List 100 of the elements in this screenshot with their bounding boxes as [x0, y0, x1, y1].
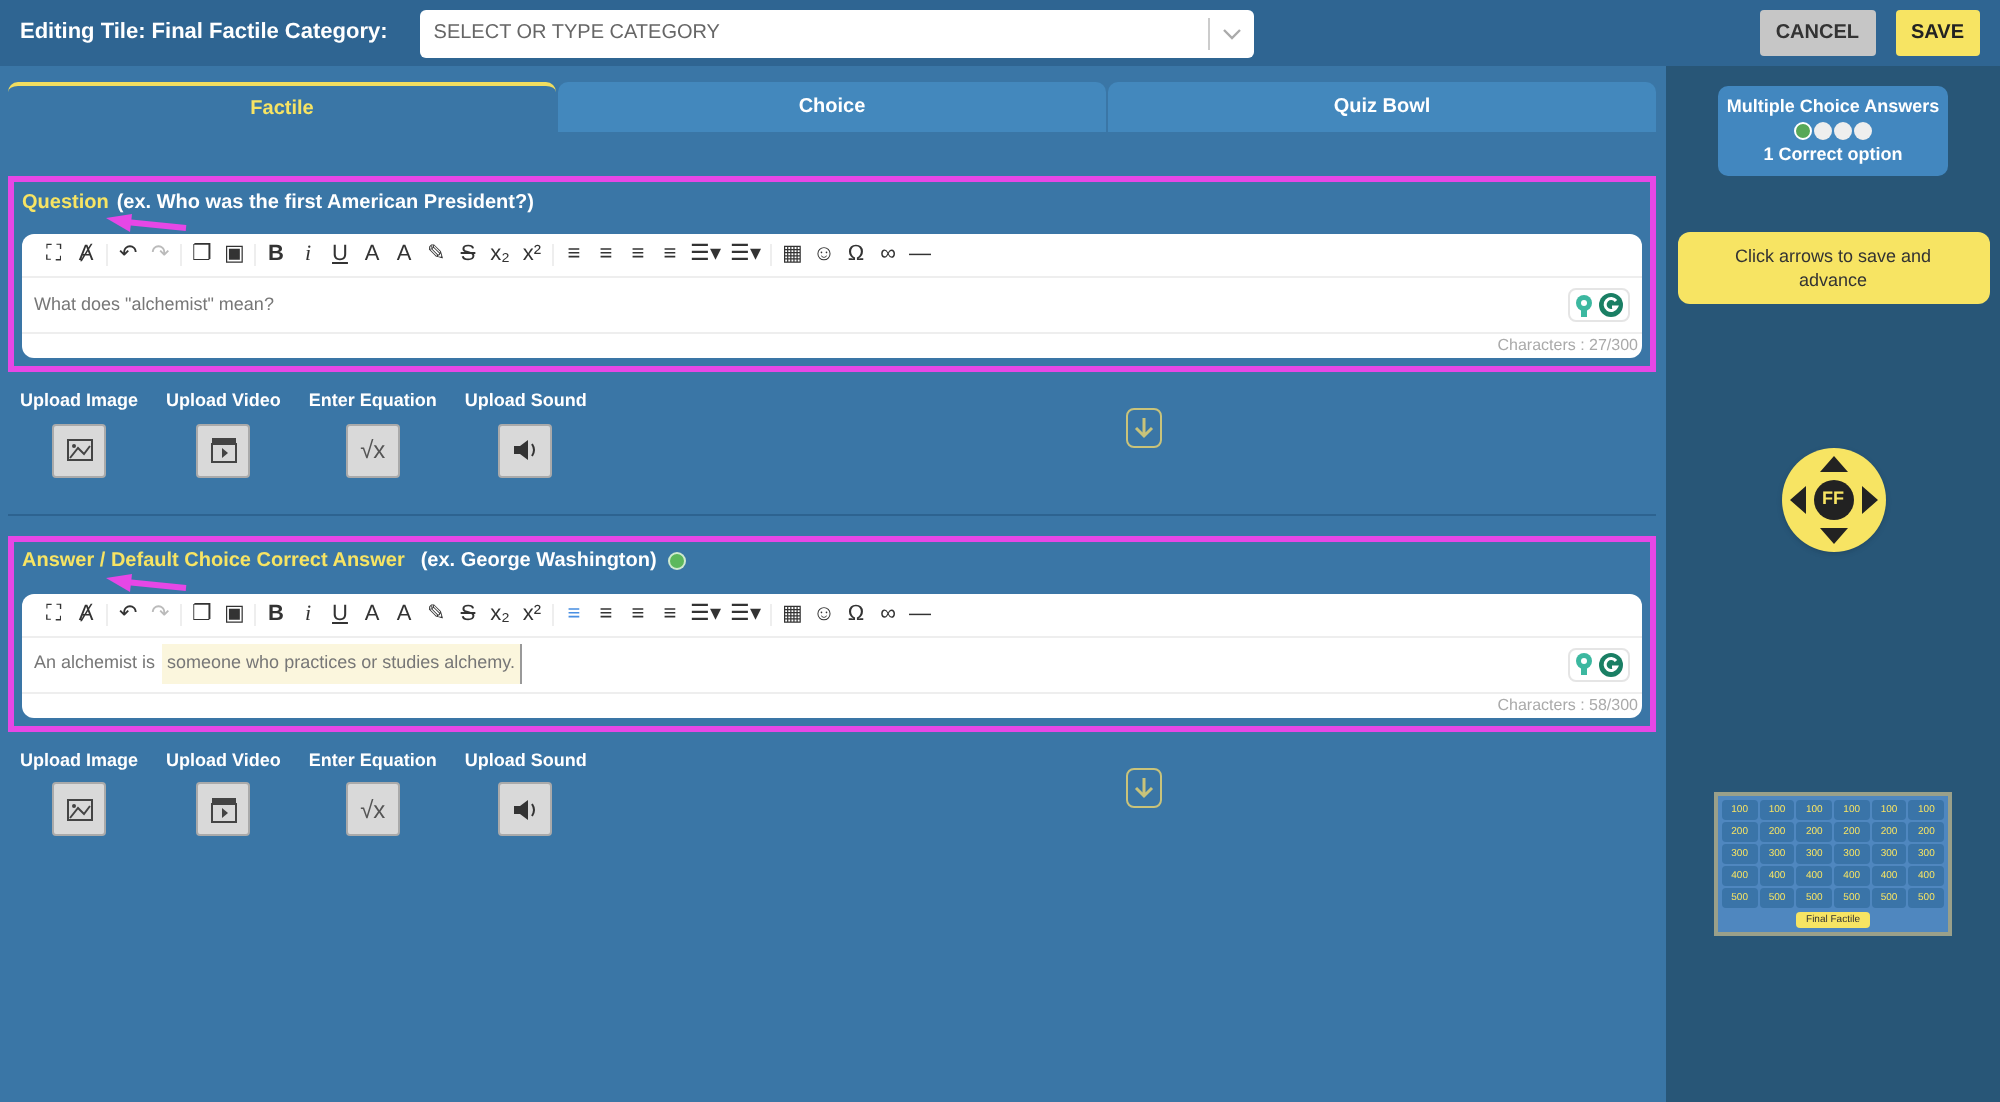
upload-label: Upload Sound — [464, 747, 587, 774]
toolbar-button[interactable]: ☰▾ — [690, 244, 722, 266]
toolbar-button[interactable]: ≡ — [626, 603, 650, 625]
toolbar-button[interactable]: ≡ — [562, 244, 586, 266]
toolbar-button[interactable]: U — [328, 603, 352, 625]
image-icon — [65, 797, 93, 821]
toolbar-button[interactable]: S — [456, 603, 480, 625]
toolbar-button[interactable]: — — [908, 244, 932, 266]
upload-label: Enter Equation — [308, 388, 437, 414]
highlighted-text: someone who practices or studies alchemy. — [161, 644, 523, 684]
upload-button[interactable]: √x — [345, 782, 400, 836]
toolbar-button[interactable]: ↶ — [116, 603, 140, 625]
toolbar-button[interactable]: A — [392, 603, 416, 625]
toolbar-button[interactable]: A — [360, 603, 384, 625]
toolbar-button[interactable]: ▦ — [780, 244, 804, 266]
toolbar-button[interactable]: ⛶ — [42, 244, 66, 266]
toolbar-button[interactable]: ▣ — [222, 244, 246, 266]
upload-button[interactable] — [498, 782, 553, 836]
dropdown-toggle[interactable] — [1207, 9, 1254, 57]
character-counter: Characters : 27/300 — [1497, 334, 1638, 358]
section-title: Question — [22, 189, 109, 217]
upload-label: Upload Sound — [464, 388, 587, 414]
toolbar-button[interactable]: ❐ — [190, 603, 214, 625]
speaker-icon — [511, 438, 540, 462]
upload-label: Upload Image — [20, 388, 139, 414]
toolbar-button[interactable]: x₂ — [488, 244, 512, 266]
save-button[interactable]: SAVE — [1895, 10, 1980, 56]
arrow-down-icon — [1134, 775, 1155, 799]
category-field[interactable]: SELECT OR TYPE CATEGORY — [419, 9, 1208, 57]
toolbar-button[interactable]: B — [264, 244, 288, 266]
speaker-icon — [511, 797, 540, 821]
tab[interactable]: Quiz Bowl — [1108, 82, 1656, 132]
toolbar-button[interactable]: ❐ — [190, 244, 214, 266]
toolbar-button[interactable]: ☺ — [812, 603, 836, 625]
toolbar-button[interactable]: S — [456, 244, 480, 266]
upload-button[interactable] — [196, 423, 251, 477]
upload-button[interactable] — [196, 782, 251, 836]
editor-text: An alchemist is — [34, 650, 156, 677]
toolbar-button[interactable]: ▣ — [222, 603, 246, 625]
g-logo-icon — [1598, 651, 1624, 677]
toolbar-button[interactable]: ≡ — [594, 244, 618, 266]
upload-button[interactable] — [52, 423, 106, 477]
tab[interactable]: Choice — [558, 82, 1106, 132]
upload-label: Enter Equation — [308, 747, 437, 774]
toolbar-button[interactable]: B — [264, 603, 288, 625]
toolbar-button[interactable]: ≡ — [658, 603, 682, 625]
toolbar-button[interactable]: ≡ — [626, 244, 650, 266]
toolbar-button[interactable]: Ω — [844, 603, 868, 625]
character-counter: Characters : 58/300 — [1497, 693, 1638, 717]
upload-label: Upload Video — [166, 747, 281, 774]
toolbar-button[interactable]: ✎ — [424, 244, 448, 266]
toolbar-button[interactable]: ▦ — [780, 603, 804, 625]
upload-label: Upload Image — [20, 747, 139, 774]
toolbar-button[interactable]: ∞ — [876, 244, 900, 266]
toolbar-button[interactable]: i — [296, 603, 320, 625]
image-icon — [65, 438, 93, 462]
hint-banner: Click arrows to save and advance — [1677, 232, 1989, 304]
upload-button[interactable]: √x — [345, 423, 400, 477]
toolbar-button[interactable]: Ⱥ — [74, 244, 98, 266]
pad-label: FF — [1813, 480, 1853, 520]
clapperboard-icon — [209, 436, 238, 464]
toolbar-button[interactable]: Ⱥ — [74, 603, 98, 625]
toolbar-button[interactable]: i — [296, 244, 320, 266]
g-logo-icon — [1598, 292, 1624, 318]
toolbar-button[interactable]: ≡ — [594, 603, 618, 625]
arrow-down-icon — [1134, 416, 1155, 440]
toolbar-button[interactable]: A — [360, 244, 384, 266]
toolbar-button[interactable]: ≡ — [658, 244, 682, 266]
card-caption: 1 Correct option — [1763, 142, 1903, 168]
toolbar-button[interactable]: ☰▾ — [730, 244, 762, 266]
toolbar-button[interactable]: x² — [520, 603, 544, 625]
toolbar-button[interactable]: Ω — [844, 244, 868, 266]
toolbar-button[interactable]: ⛶ — [42, 603, 66, 625]
move-down-button[interactable] — [1126, 767, 1163, 807]
toolbar-button[interactable]: ∞ — [876, 603, 900, 625]
toolbar-button[interactable]: ☰▾ — [690, 603, 722, 625]
direction-pad[interactable]: FF — [1781, 448, 1885, 552]
toolbar-button[interactable]: U — [328, 244, 352, 266]
upload-button[interactable] — [498, 423, 553, 477]
toolbar-button[interactable]: ✎ — [424, 603, 448, 625]
toolbar-button[interactable]: ↶ — [116, 244, 140, 266]
toolbar-button[interactable]: x₂ — [488, 603, 512, 625]
clapperboard-icon — [209, 795, 238, 823]
example-hint: (ex. George Washington) — [420, 548, 657, 576]
lightbulb-icon — [1574, 293, 1594, 317]
chevron-down-icon — [1221, 27, 1242, 39]
lightbulb-icon — [1574, 652, 1594, 676]
toolbar-button[interactable]: ☰▾ — [730, 603, 762, 625]
example-hint: (ex. Who was the first American President?) — [116, 189, 534, 217]
toolbar-button[interactable]: — — [908, 603, 932, 625]
upload-button[interactable] — [52, 782, 106, 836]
upload-label: Upload Video — [166, 388, 281, 414]
toolbar-button[interactable]: A — [392, 244, 416, 266]
editor-text: What does "alchemist" mean? — [34, 291, 274, 318]
toolbar-button[interactable]: ☺ — [812, 244, 836, 266]
section-title: Answer / Default Choice Correct Answer — [22, 548, 405, 576]
card-title: Multiple Choice Answers — [1726, 93, 1940, 120]
toolbar-button[interactable]: x² — [520, 244, 544, 266]
move-down-button[interactable] — [1126, 408, 1163, 448]
cancel-button[interactable]: CANCEL — [1759, 10, 1875, 56]
